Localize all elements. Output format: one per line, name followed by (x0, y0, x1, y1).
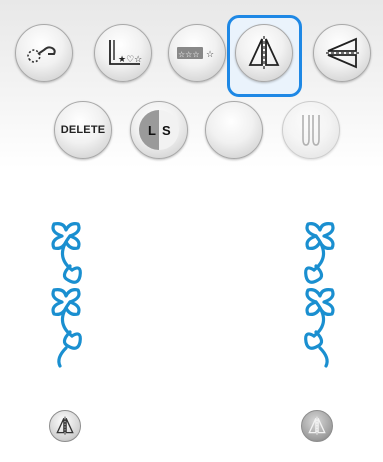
mirror-vertical-icon (248, 36, 280, 69)
stitch-length-button[interactable]: L S (130, 101, 188, 159)
stars-repeat-icon: ☆☆☆ ☆ (177, 47, 214, 60)
delete-button[interactable]: DELETE (54, 101, 112, 159)
mirror-vertical-icon (308, 416, 326, 435)
horizontal-mirror-button[interactable] (313, 24, 371, 82)
twin-needle-icon (302, 115, 320, 146)
original-stitch-pattern (51, 222, 82, 368)
thread-cutter-icon (27, 46, 56, 63)
delete-label: DELETE (60, 124, 106, 136)
ls-toggle: L S (139, 110, 179, 150)
twin-needle-button[interactable] (282, 101, 340, 159)
pattern-repeat-button[interactable]: ☆☆☆ ☆ (168, 24, 226, 82)
single-repeat-icon: ★♡☆ (109, 40, 142, 65)
blank-button[interactable] (205, 101, 263, 159)
svg-text:☆☆☆: ☆☆☆ (178, 50, 200, 59)
mirror-on-indicator (301, 410, 333, 442)
mirror-off-indicator (49, 410, 81, 442)
svg-text:★♡☆: ★♡☆ (118, 55, 142, 65)
mirror-vertical-icon (56, 416, 74, 435)
ls-right-label: S (159, 110, 179, 150)
single-or-repeat-button[interactable]: ★♡☆ (94, 24, 152, 82)
mirrored-stitch-pattern (304, 222, 335, 368)
mirror-image-button[interactable] (235, 24, 293, 82)
ls-left-label: L (139, 110, 159, 150)
thread-cutter-button[interactable] (15, 24, 73, 82)
mirror-horizontal-icon (326, 37, 359, 69)
svg-text:☆: ☆ (206, 50, 214, 60)
